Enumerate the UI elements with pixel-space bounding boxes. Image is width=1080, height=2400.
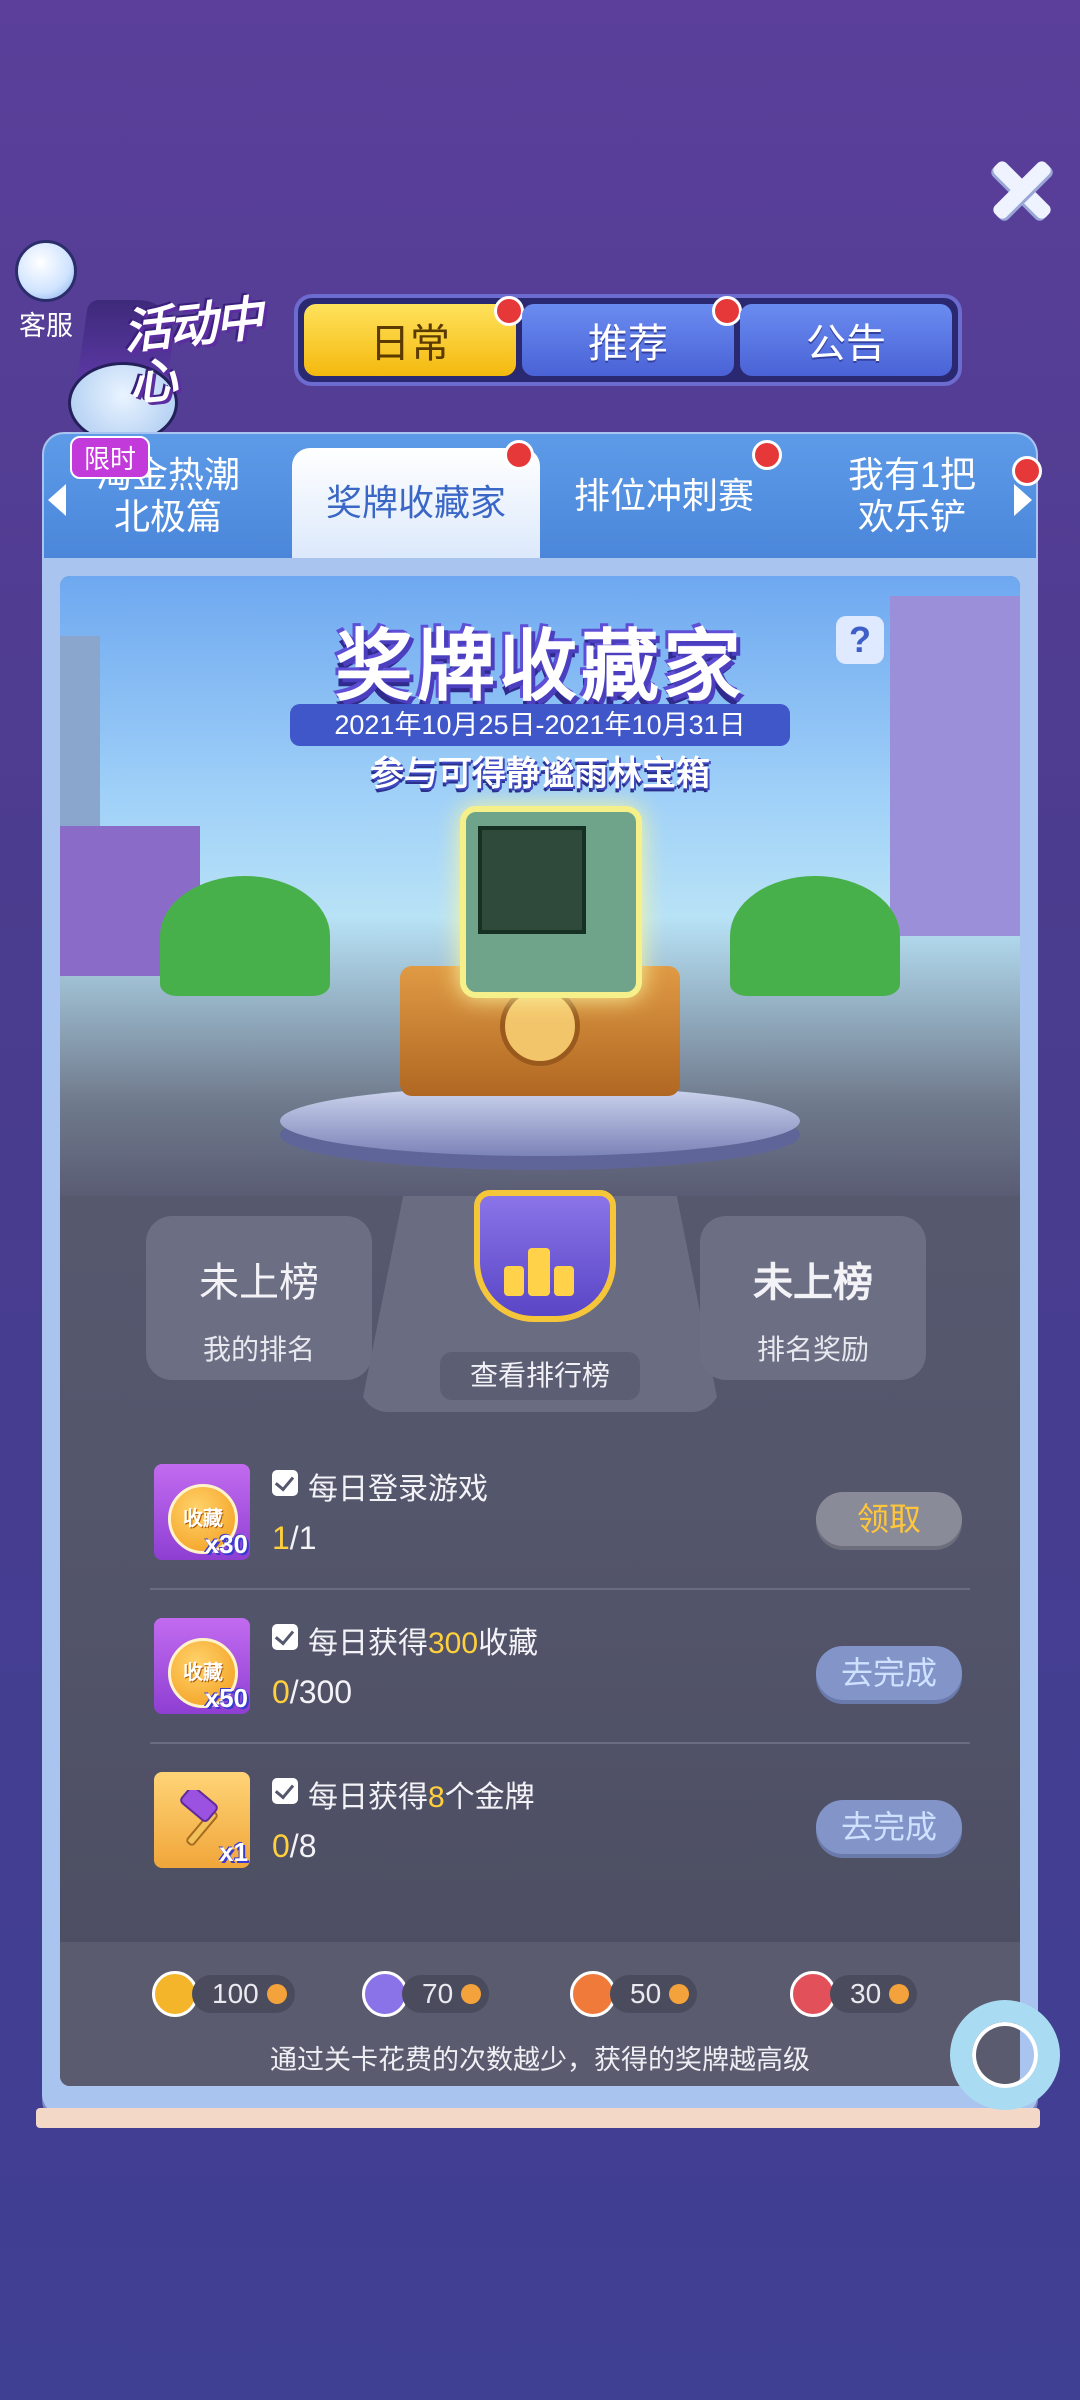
task-description: 每日获得300收藏: [308, 1618, 538, 1662]
my-rank-value: 未上榜: [199, 1261, 319, 1305]
chest-lock-icon: [500, 986, 580, 1066]
tab-medal-collector[interactable]: 奖牌收藏家: [292, 440, 540, 558]
tab-recommend-label: 推荐: [588, 322, 668, 366]
reward-quantity: x50: [204, 1683, 248, 1713]
medal-purple: 70: [362, 1971, 490, 2017]
notification-dot: [752, 440, 782, 470]
medal-red: 30: [790, 1971, 918, 2017]
medal-gold-value: 100: [192, 1975, 295, 2013]
medal-rule-note: 通过关卡花费的次数越少，获得的奖牌越高级: [270, 2045, 810, 2075]
medal-bronze: 50: [570, 1971, 698, 2017]
close-button[interactable]: [980, 148, 1064, 232]
task-row-gold-medals: x1 每日获得8个金牌 0/8 去完成: [150, 1756, 962, 1886]
reward-quantity: x30: [204, 1529, 248, 1559]
task-description: 每日登录游戏: [308, 1464, 488, 1508]
leaderboard-label[interactable]: 查看排行榜: [440, 1352, 640, 1400]
event-content: 奖牌收藏家 ? 2021年10月25日-2021年10月31日 参与可得静谧雨林…: [60, 576, 1020, 2086]
medal-purple-value: 70: [402, 1975, 490, 2013]
podium-bar: [554, 1266, 574, 1296]
task-progress: 1/1: [272, 1520, 316, 1557]
medal-values-footer: 100 70 50 30 通过关卡花费的次数越少，获得的奖牌越高级: [60, 1942, 1020, 2086]
tab-daily-label: 日常: [370, 322, 450, 366]
go-complete-button[interactable]: 去完成: [816, 1646, 962, 1700]
palm-tree-decor: [160, 876, 330, 996]
task-check-icon: [272, 1470, 298, 1496]
reward-quantity: x1: [219, 1837, 248, 1867]
task-progress-current: 0: [272, 1828, 290, 1864]
chest-tv-screen: [478, 826, 586, 934]
scroll-right-arrow-icon[interactable]: [1014, 484, 1032, 516]
top-tab-bar: 日常 推荐 公告: [294, 294, 962, 386]
task-progress-current: 0: [272, 1674, 290, 1710]
tab-rank-sprint[interactable]: 排位冲刺赛: [540, 434, 788, 558]
task-desc-text: 每日获得: [308, 1627, 428, 1660]
hammer-reward-icon: x1: [154, 1772, 250, 1868]
event-dates: 2021年10月25日-2021年10月31日: [290, 704, 790, 746]
task-progress-total: /300: [289, 1674, 353, 1710]
lifebuoy-icon: [950, 2000, 1060, 2110]
tab-daily[interactable]: 日常: [304, 296, 524, 376]
task-desc-text: 收藏: [478, 1627, 539, 1660]
tab-happy-shovel-label: 我有1把 欢乐铲: [847, 454, 977, 537]
panel-base-decor: [36, 2108, 1040, 2128]
notification-dot: [494, 296, 524, 326]
task-row-collect: 收藏 x50 每日获得300收藏 0/300 去完成: [150, 1602, 962, 1732]
task-progress: 0/300: [272, 1674, 352, 1711]
task-progress-total: /8: [289, 1828, 317, 1864]
divider: [150, 1742, 970, 1744]
task-desc-text: 个金牌: [444, 1781, 535, 1814]
rainforest-treasure-chest-icon: [390, 806, 690, 1096]
rank-reward-label: 排名奖励: [756, 1334, 869, 1365]
collection-reward-icon: 收藏 x30: [154, 1464, 250, 1560]
notification-dot: [1012, 456, 1042, 486]
task-progress: 0/8: [272, 1828, 316, 1865]
palm-tree-decor: [730, 876, 900, 996]
leaderboard-shield-icon: [464, 1176, 616, 1326]
podium-bar: [504, 1266, 524, 1296]
limited-time-tag: 限时: [70, 436, 151, 479]
task-progress-current: 1: [272, 1520, 290, 1556]
medal-gold: 100: [152, 1971, 295, 2017]
tab-happy-shovel[interactable]: 我有1把 欢乐铲: [788, 434, 1042, 558]
tab-announcement-label: 公告: [806, 322, 886, 366]
task-description: 每日获得8个金牌: [308, 1772, 535, 1816]
my-rank-label: 我的排名: [202, 1334, 315, 1365]
task-check-icon: [272, 1778, 298, 1804]
podium-bar: [528, 1248, 550, 1296]
rank-reward-value: 未上榜: [753, 1261, 873, 1305]
task-check-icon: [272, 1624, 298, 1650]
tab-recommend[interactable]: 推荐: [522, 296, 742, 376]
go-complete-button[interactable]: 去完成: [816, 1800, 962, 1854]
task-row-login: 收藏 x30 每日登录游戏 1/1 领取: [150, 1448, 962, 1578]
task-desc-highlight: 300: [428, 1627, 479, 1660]
my-rank-card: 未上榜 我的排名: [146, 1216, 372, 1380]
rank-reward-card[interactable]: 未上榜 排名奖励: [700, 1216, 926, 1380]
pedestal-decor: [280, 1086, 800, 1156]
activity-center-title: 活动中心: [120, 292, 264, 412]
event-banner: 奖牌收藏家 ? 2021年10月25日-2021年10月31日 参与可得静谧雨林…: [60, 576, 1020, 1196]
notification-dot: [712, 296, 742, 326]
tab-rank-sprint-label: 排位冲刺赛: [573, 475, 754, 516]
task-desc-text: 每日登录游戏: [308, 1473, 488, 1506]
task-desc-text: 每日获得: [308, 1781, 428, 1814]
event-tab-bar: 淘金热潮 北极篇 奖牌收藏家 排位冲刺赛 我有1把 欢乐铲: [44, 434, 1042, 558]
scroll-left-arrow-icon[interactable]: [48, 484, 66, 516]
help-button[interactable]: ?: [836, 616, 884, 664]
divider: [150, 1588, 970, 1590]
collection-reward-icon: 收藏 x50: [154, 1618, 250, 1714]
tab-announcement[interactable]: 公告: [740, 304, 952, 376]
notification-dot: [504, 440, 534, 470]
medal-bronze-value: 50: [610, 1975, 698, 2013]
task-desc-highlight: 8: [428, 1781, 445, 1814]
chest-tv-icon: [460, 806, 642, 998]
medal-red-value: 30: [830, 1975, 918, 2013]
claim-button[interactable]: 领取: [816, 1492, 962, 1546]
banner-subtitle: 参与可得静谧雨林宝箱: [370, 755, 710, 793]
task-progress-total: /1: [289, 1520, 317, 1556]
tab-medal-collector-label: 奖牌收藏家: [325, 482, 506, 523]
